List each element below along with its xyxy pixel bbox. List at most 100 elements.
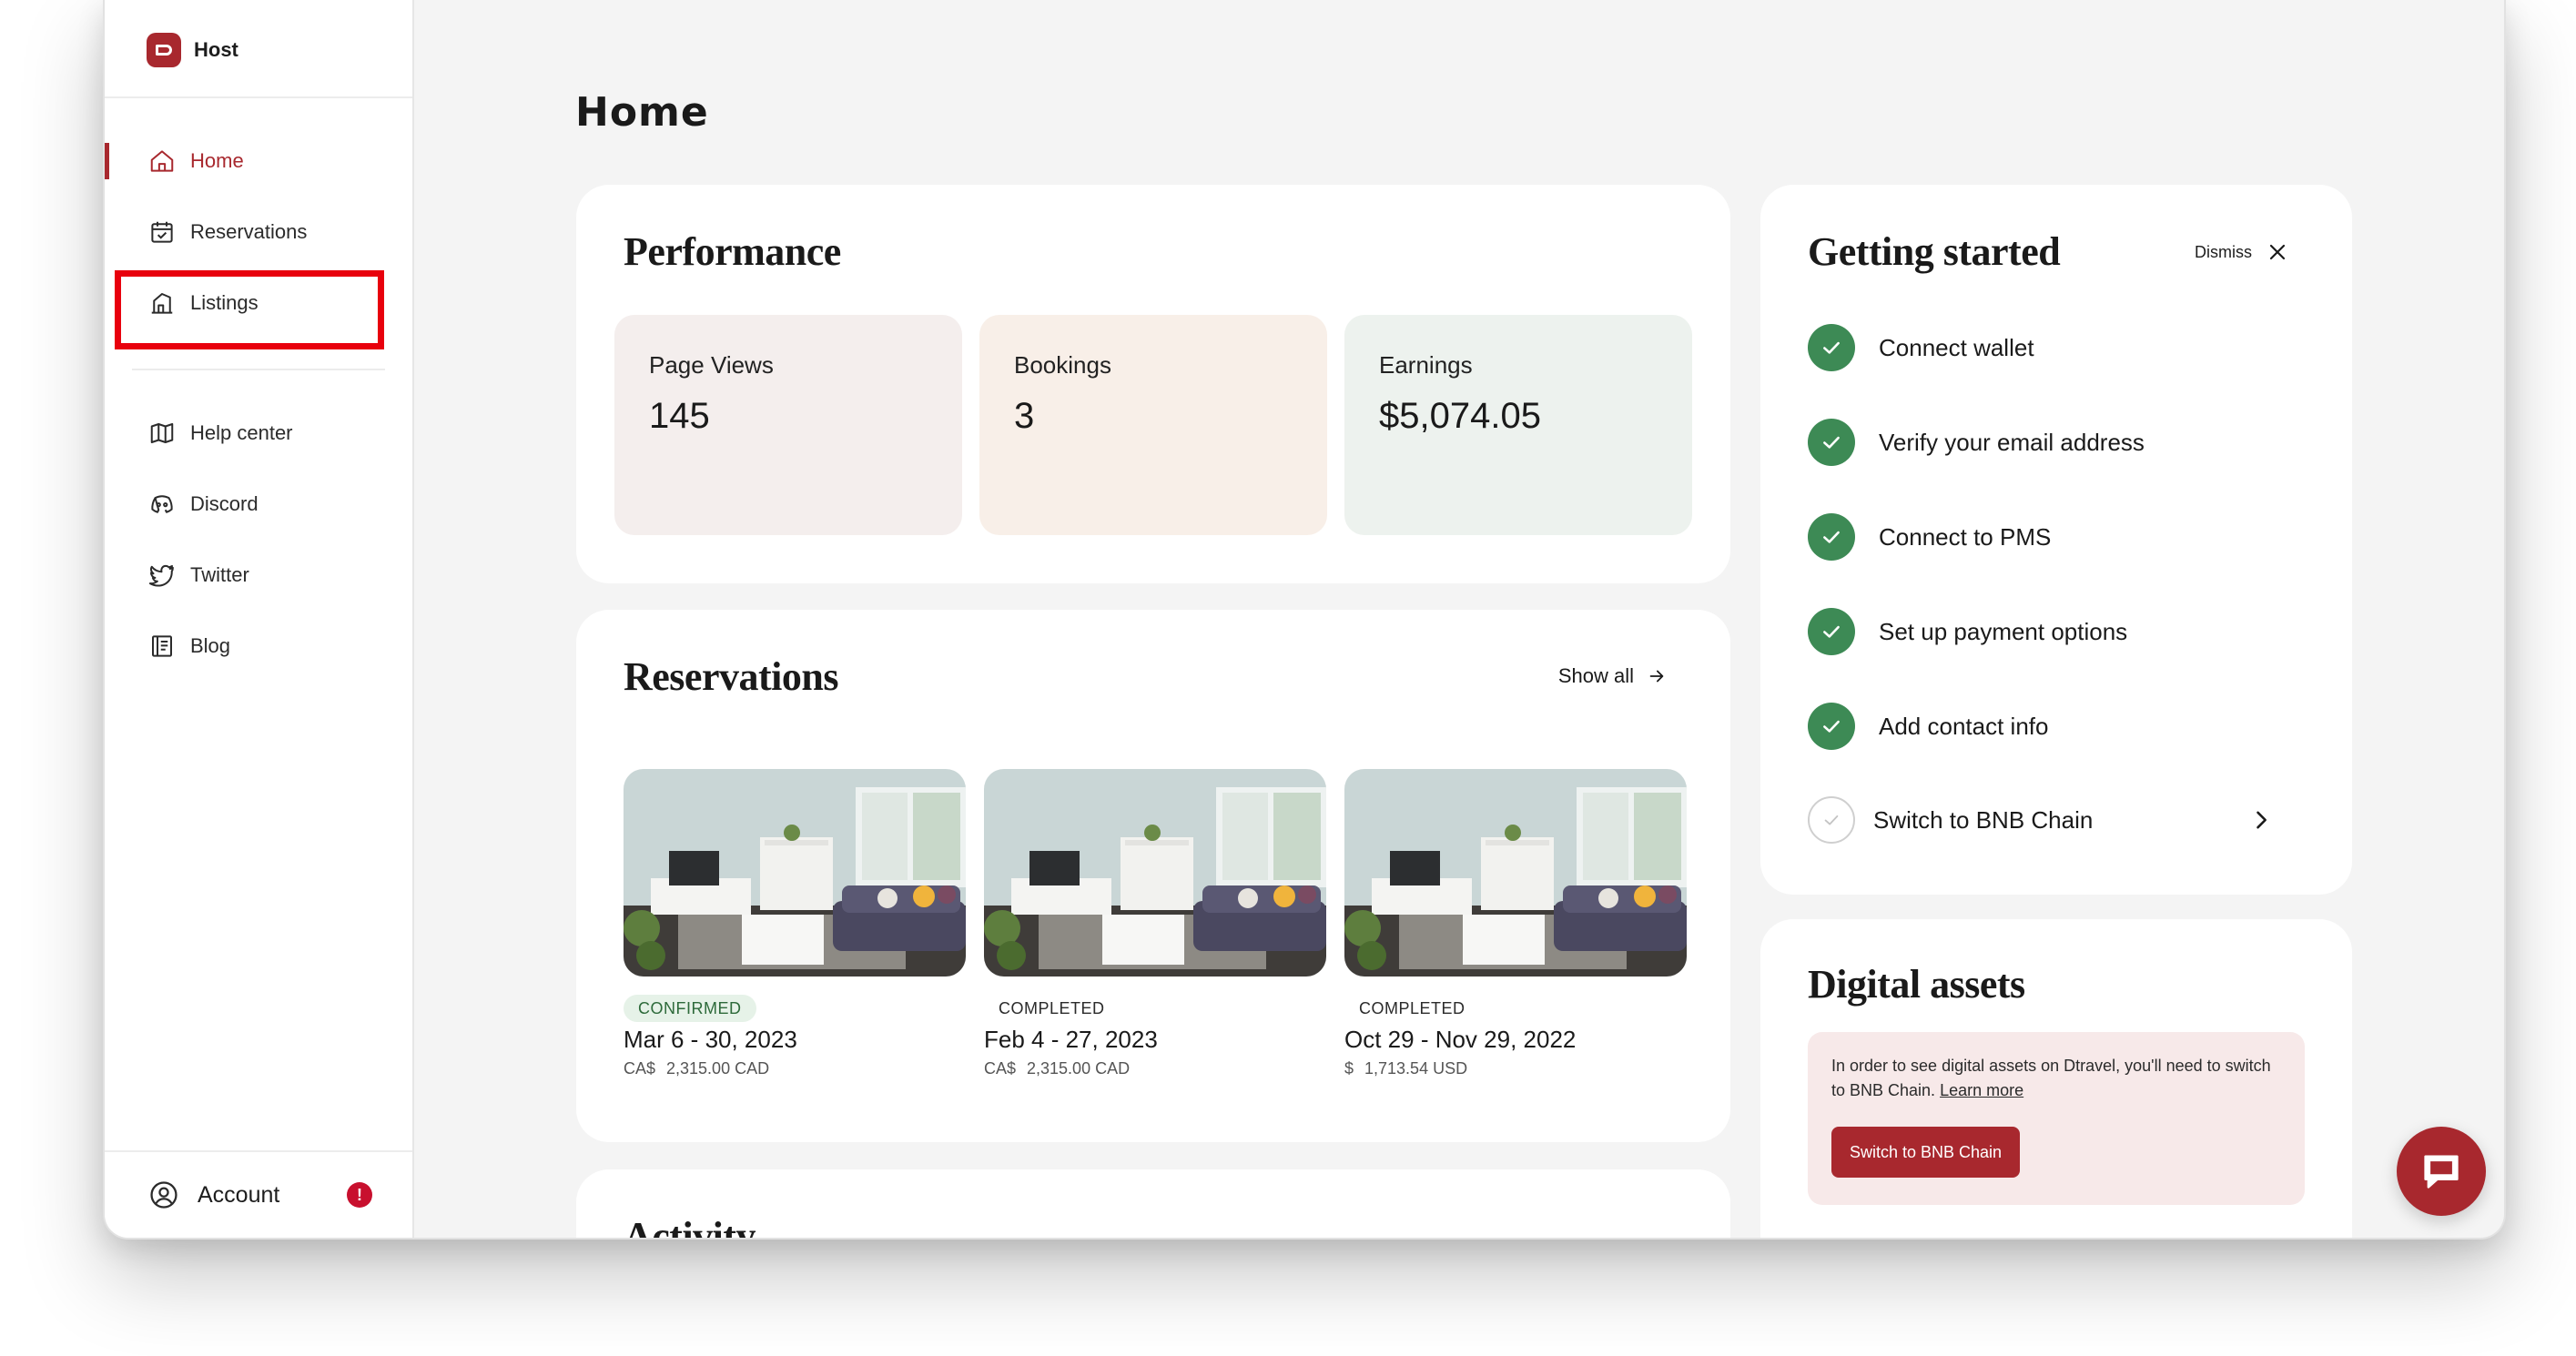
show-all-label: Show all — [1557, 664, 1634, 687]
brand-logo — [147, 33, 181, 67]
sidebar-item-label: Home — [190, 149, 244, 172]
check-icon — [1808, 703, 1855, 750]
reservation-item[interactable]: COMPLETED Oct 29 - Nov 29, 2022 $1,713.5… — [1344, 769, 1687, 1078]
reservation-dates: Mar 6 - 30, 2023 — [624, 1026, 797, 1053]
brand-name: Host — [194, 38, 238, 61]
calendar-icon — [151, 221, 173, 243]
task-label: Add contact info — [1879, 712, 2049, 740]
check-icon — [1808, 513, 1855, 561]
task-label: Switch to BNB Chain — [1873, 805, 2094, 834]
pending-check-icon — [1808, 796, 1855, 844]
home-icon — [150, 150, 174, 172]
activity-title: Activity — [624, 1214, 756, 1240]
reservation-currency: CA$ — [624, 1059, 656, 1078]
getting-started-card: Getting started Dismiss Connect wallet V… — [1760, 185, 2352, 895]
highlight-annotation — [115, 270, 384, 349]
account-label: Account — [198, 1181, 280, 1208]
reservation-dates: Feb 4 - 27, 2023 — [984, 1026, 1158, 1053]
sidebar-item-help-center[interactable]: Help center — [105, 408, 412, 459]
screenshot-canvas: Host Home Reservations Listings Help cen… — [0, 0, 2576, 1356]
activity-card: Activity — [576, 1169, 1730, 1240]
stat-value: 145 — [649, 396, 710, 436]
dismiss-label: Dismiss — [2195, 242, 2252, 261]
arrow-right-icon — [1649, 670, 1664, 683]
sidebar-item-label: Reservations — [190, 220, 308, 243]
stat-value: $5,074.05 — [1379, 396, 1541, 436]
stat-label: Page Views — [649, 351, 774, 379]
show-all-link[interactable]: Show all — [1558, 664, 1667, 688]
notice-message: In order to see digital assets on Dtrave… — [1831, 1057, 2271, 1099]
learn-more-link[interactable]: Learn more — [1940, 1081, 2023, 1099]
reservations-title: Reservations — [624, 654, 838, 699]
performance-title: Performance — [624, 229, 841, 274]
bnb-chain-notice: In order to see digital assets on Dtrave… — [1808, 1032, 2305, 1205]
task-payment-options[interactable]: Set up payment options — [1808, 608, 2281, 655]
app-window: Host Home Reservations Listings Help cen… — [103, 0, 2506, 1240]
sidebar-divider — [105, 96, 412, 98]
close-icon — [2269, 244, 2286, 260]
reservation-item[interactable]: COMPLETED Feb 4 - 27, 2023 CA$ 2,315.00 C… — [984, 769, 1326, 1078]
task-connect-wallet[interactable]: Connect wallet — [1808, 324, 2281, 371]
reservation-currency: $ — [1344, 1059, 1354, 1078]
twitter-icon — [148, 564, 174, 587]
account-menu[interactable]: Account ! — [105, 1150, 412, 1238]
blog-icon — [152, 635, 172, 657]
task-label: Connect to PMS — [1879, 522, 2052, 551]
sidebar-item-blog[interactable]: Blog — [105, 621, 412, 672]
task-switch-bnb-chain[interactable]: Switch to BNB Chain — [1808, 796, 2281, 844]
task-label: Verify your email address — [1879, 428, 2145, 456]
task-contact-info[interactable]: Add contact info — [1808, 703, 2281, 750]
reservation-price: CA$ 2,315.00 CAD — [624, 1059, 966, 1078]
listing-photo — [624, 769, 966, 977]
sidebar: Host Home Reservations Listings Help cen… — [105, 0, 414, 1238]
digital-assets-title: Digital assets — [1808, 962, 2025, 1007]
check-icon — [1808, 608, 1855, 655]
check-icon — [1808, 324, 1855, 371]
stat-label: Bookings — [1014, 351, 1111, 379]
chevron-right-icon — [2257, 811, 2267, 829]
sidebar-divider — [132, 369, 385, 370]
reservation-currency: CA$ — [984, 1059, 1017, 1078]
task-verify-email[interactable]: Verify your email address — [1808, 419, 2281, 466]
sidebar-item-label: Blog — [190, 634, 231, 657]
notice-text: In order to see digital assets on Dtrave… — [1831, 1054, 2281, 1103]
reservation-amount: 1,713.54 USD — [1364, 1059, 1468, 1078]
status-badge: COMPLETED — [999, 999, 1105, 1017]
check-icon — [1808, 419, 1855, 466]
reservation-price: $1,713.54 USD — [1344, 1059, 1687, 1078]
status-badge: COMPLETED — [1359, 999, 1465, 1017]
stat-page-views: Page Views 145 — [614, 315, 962, 535]
digital-assets-card: Digital assets In order to see digital a… — [1760, 919, 2352, 1238]
account-alert-badge: ! — [347, 1182, 372, 1208]
user-circle-icon — [150, 1181, 177, 1209]
dismiss-button[interactable]: Dismiss — [2195, 241, 2288, 263]
sidebar-item-label: Discord — [190, 492, 259, 515]
task-label: Connect wallet — [1879, 333, 2034, 361]
stat-label: Earnings — [1379, 351, 1473, 379]
discord-icon — [151, 495, 173, 513]
chat-icon — [2424, 1155, 2459, 1189]
listing-photo — [984, 769, 1326, 977]
stat-value: 3 — [1014, 396, 1035, 436]
reservation-dates: Oct 29 - Nov 29, 2022 — [1344, 1026, 1577, 1053]
sidebar-item-twitter[interactable]: Twitter — [105, 550, 412, 601]
sidebar-item-home[interactable]: Home — [105, 136, 412, 187]
sidebar-item-label: Twitter — [190, 563, 249, 586]
sidebar-item-discord[interactable]: Discord — [105, 479, 412, 530]
performance-card: Performance Page Views 145 Bookings 3 Ea… — [576, 185, 1730, 583]
status-badge: CONFIRMED — [624, 995, 756, 1022]
reservation-item[interactable]: CONFIRMED Mar 6 - 30, 2023 CA$ 2,315.00 C… — [624, 769, 966, 1078]
brand[interactable]: Host — [147, 33, 238, 67]
sidebar-item-reservations[interactable]: Reservations — [105, 207, 412, 258]
listing-photo — [1344, 769, 1687, 977]
sidebar-item-label: Help center — [190, 421, 293, 444]
stat-bookings: Bookings 3 — [979, 315, 1327, 535]
chat-button[interactable] — [2397, 1127, 2486, 1216]
getting-started-title: Getting started — [1808, 229, 2061, 274]
reservations-card: Reservations Show all CONFIRMED Mar 6 - … — [576, 610, 1730, 1142]
task-connect-pms[interactable]: Connect to PMS — [1808, 513, 2281, 561]
reservation-amount: 2,315.00 CAD — [1027, 1059, 1131, 1078]
page-title: Home — [575, 89, 709, 136]
task-label: Set up payment options — [1879, 617, 2128, 645]
switch-bnb-chain-button[interactable]: Switch to BNB Chain — [1831, 1127, 2021, 1178]
